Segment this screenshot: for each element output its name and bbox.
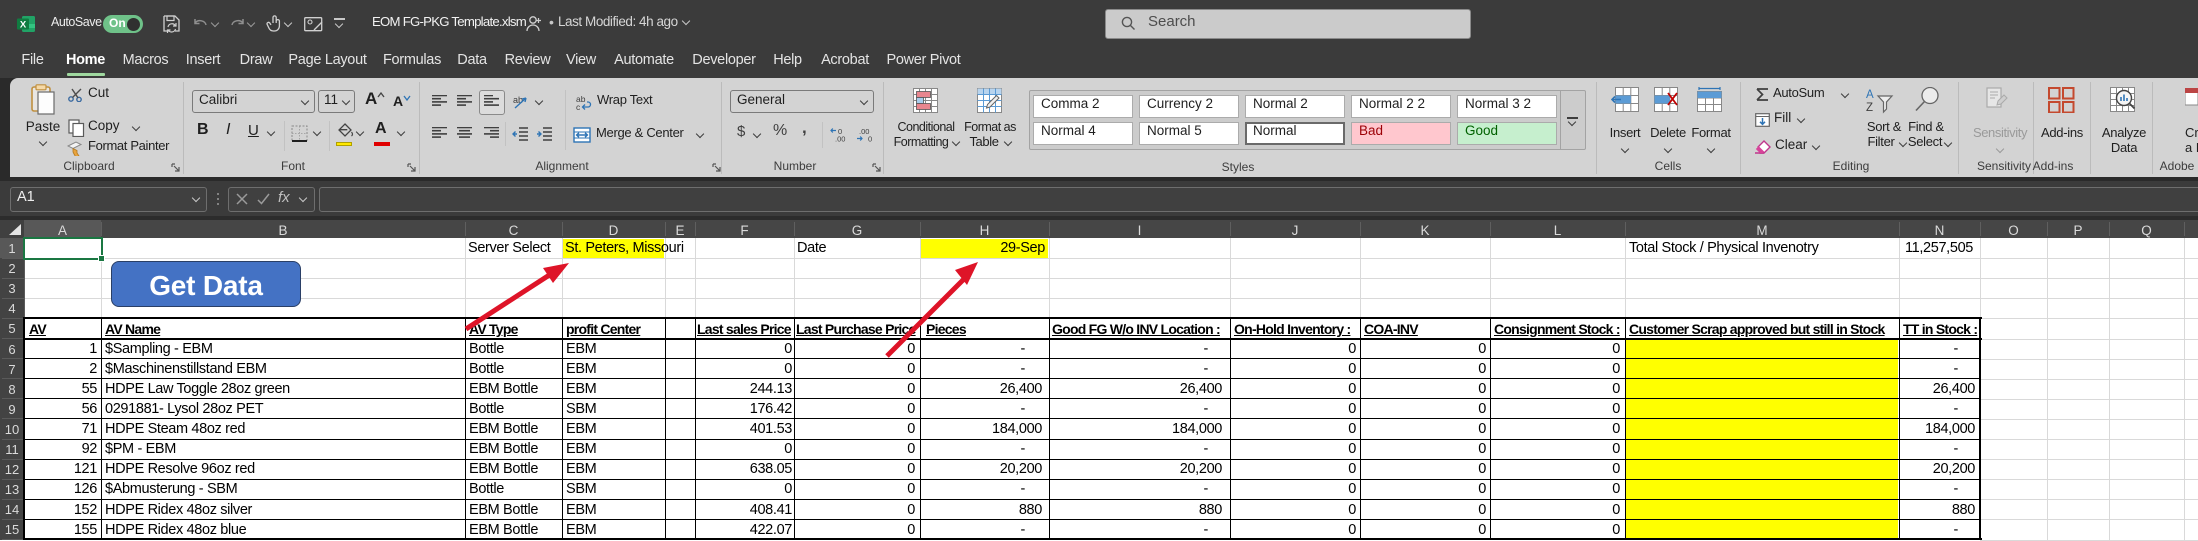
svg-text:.00: .00 — [835, 135, 845, 143]
svg-text:X: X — [20, 19, 27, 30]
svg-text:Z: Z — [1866, 102, 1873, 114]
svg-text:A: A — [1866, 89, 1874, 101]
svg-text:0: 0 — [868, 135, 872, 143]
svg-text:ab: ab — [513, 95, 523, 105]
